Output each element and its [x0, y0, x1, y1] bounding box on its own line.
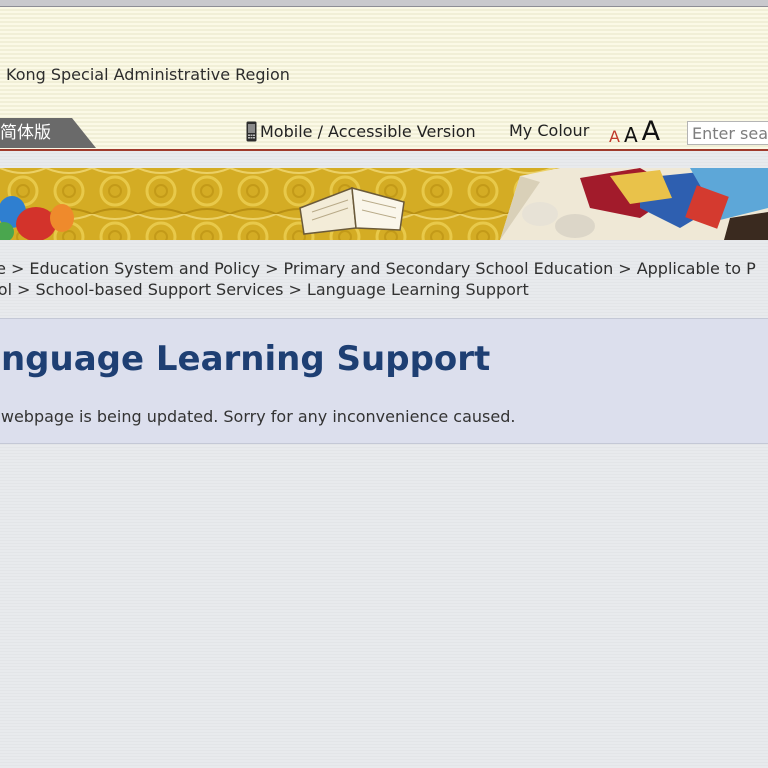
breadcrumb-school-link[interactable]: ool: [0, 280, 12, 299]
breadcrumb-primary-secondary-link[interactable]: Primary and Secondary School Education: [284, 259, 614, 278]
mobile-accessible-link[interactable]: Mobile / Accessible Version: [246, 119, 476, 143]
font-size-small-button[interactable]: A: [609, 129, 620, 145]
breadcrumb-separator: >: [618, 259, 632, 278]
my-colour-link[interactable]: My Colour: [509, 121, 589, 140]
mobile-accessible-label: Mobile / Accessible Version: [260, 121, 476, 141]
breadcrumb-education-system-link[interactable]: Education System and Policy: [29, 259, 260, 278]
font-size-medium-button[interactable]: A: [624, 125, 638, 145]
breadcrumb-separator: >: [17, 280, 31, 299]
simplified-chinese-label: 简体版: [0, 123, 51, 143]
government-region-title: Kong Special Administrative Region: [6, 65, 290, 84]
main-content: anguage Learning Support is webpage is b…: [0, 318, 768, 444]
browser-top-border: [0, 0, 768, 7]
page-title: anguage Learning Support: [0, 339, 491, 379]
breadcrumb-line-1: ne>Education System and Policy>Primary a…: [0, 258, 756, 280]
breadcrumb-separator: >: [265, 259, 279, 278]
banner-artwork: [0, 168, 768, 240]
font-size-controls: A A A: [609, 115, 664, 145]
breadcrumb-separator: >: [10, 259, 25, 278]
mobile-phone-icon: [246, 121, 257, 141]
search-input[interactable]: [687, 121, 768, 145]
decorative-banner: [0, 168, 768, 240]
site-header: Kong Special Administrative Region 简体版 M…: [0, 7, 768, 151]
breadcrumb-separator: >: [288, 280, 302, 299]
update-notice: is webpage is being updated. Sorry for a…: [0, 407, 516, 426]
breadcrumb-line-2: ool>School-based Support Services>Langua…: [0, 279, 529, 301]
font-size-large-button[interactable]: A: [642, 118, 660, 145]
breadcrumb-applicable-link[interactable]: Applicable to P: [637, 259, 756, 278]
breadcrumb-current-page: Language Learning Support: [306, 280, 529, 299]
simplified-chinese-tab[interactable]: 简体版: [0, 118, 96, 148]
breadcrumb-support-services-link[interactable]: School-based Support Services: [35, 280, 283, 299]
